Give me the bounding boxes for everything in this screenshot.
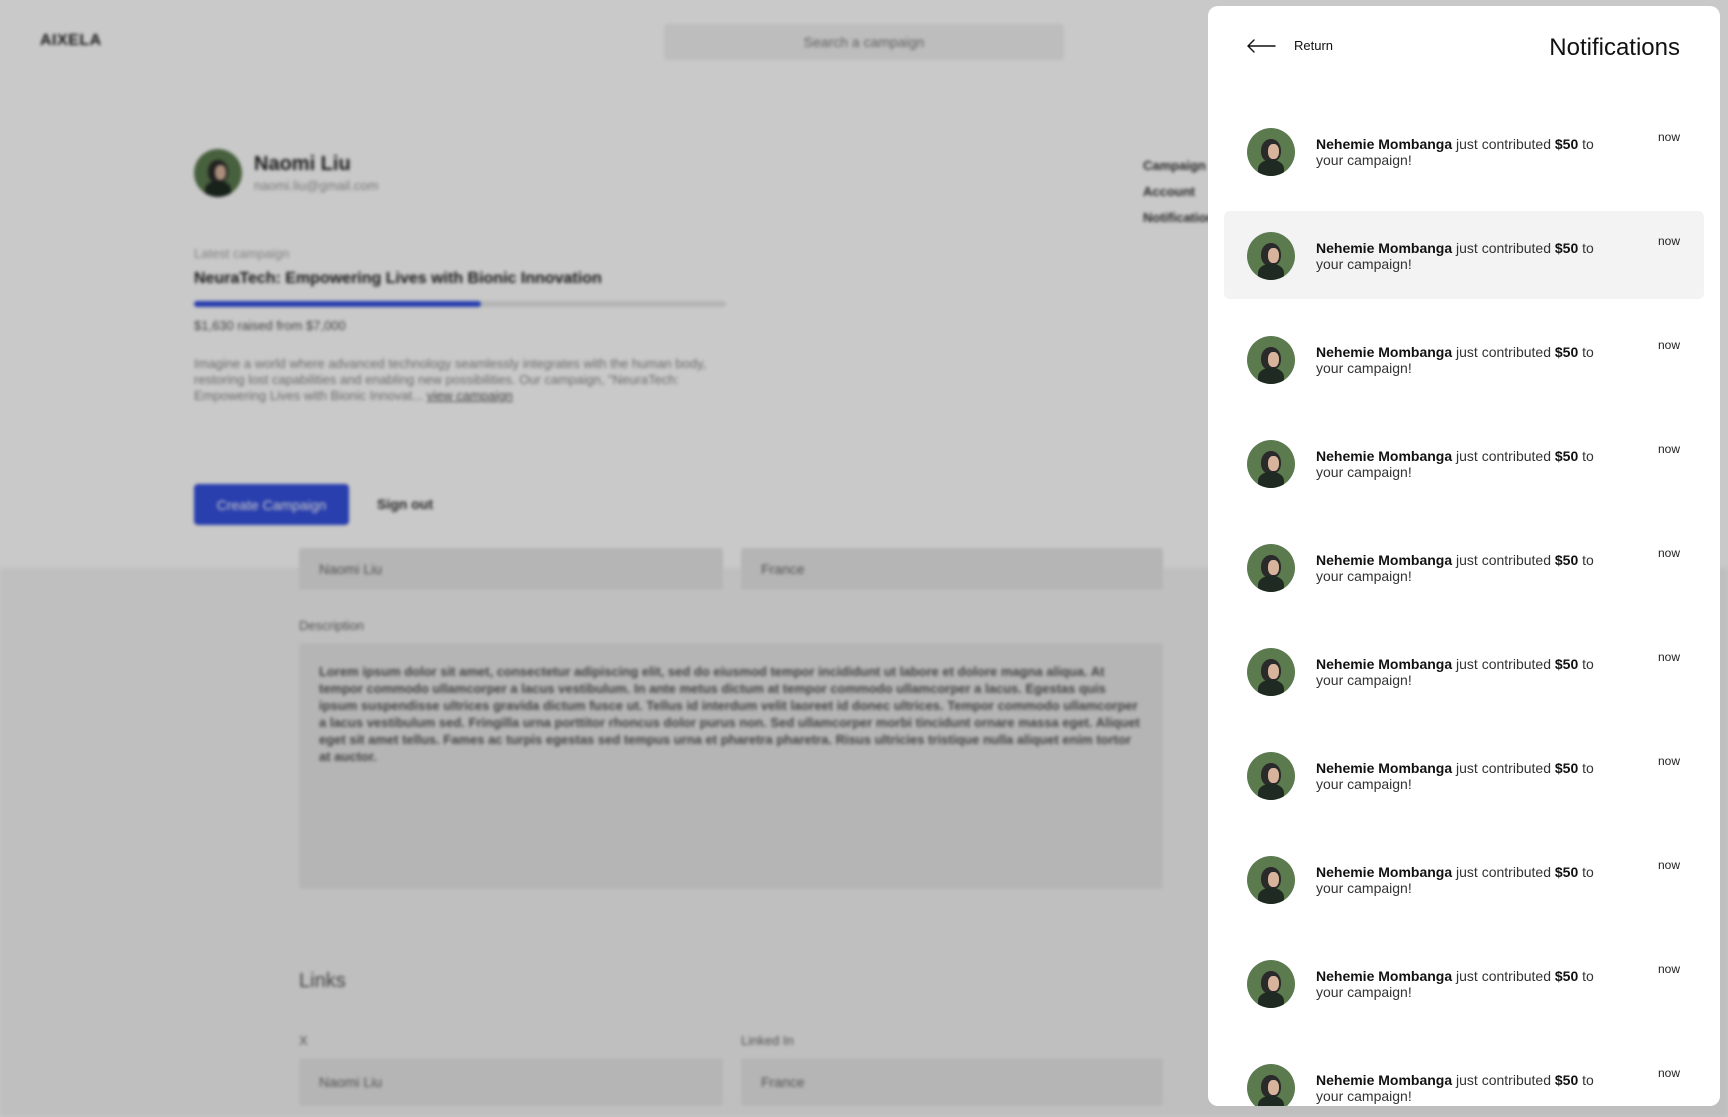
notification-action: just contributed — [1452, 344, 1555, 360]
avatar — [1247, 1064, 1295, 1106]
list-item[interactable]: Nehemie Mombanga just contributed $50 to… — [1224, 211, 1704, 299]
contributor-name: Nehemie Mombanga — [1316, 552, 1453, 568]
notification-action: just contributed — [1452, 864, 1555, 880]
list-item[interactable]: Nehemie Mombanga just contributed $50 to… — [1224, 315, 1704, 403]
notification-list: Nehemie Mombanga just contributed $50 to… — [1224, 107, 1704, 1106]
notification-action: just contributed — [1452, 448, 1555, 464]
contribution-amount: $50 — [1554, 552, 1579, 568]
avatar — [1247, 232, 1295, 280]
notification-action: just contributed — [1452, 1072, 1555, 1088]
contribution-amount: $50 — [1554, 656, 1579, 672]
notification-text: Nehemie Mombanga just contributed $50 to… — [1316, 552, 1616, 584]
contribution-amount: $50 — [1554, 968, 1579, 984]
contribution-amount: $50 — [1554, 864, 1579, 880]
list-item[interactable]: Nehemie Mombanga just contributed $50 to… — [1224, 939, 1704, 1027]
avatar — [1247, 960, 1295, 1008]
notification-text: Nehemie Mombanga just contributed $50 to… — [1316, 448, 1616, 480]
contribution-amount: $50 — [1554, 448, 1579, 464]
notification-time: now — [1657, 130, 1680, 144]
contributor-name: Nehemie Mombanga — [1316, 968, 1453, 984]
avatar — [1247, 128, 1295, 176]
notification-time: now — [1657, 1066, 1680, 1080]
notification-time: now — [1657, 754, 1680, 768]
list-item[interactable]: Nehemie Mombanga just contributed $50 to… — [1224, 627, 1704, 715]
avatar — [1247, 648, 1295, 696]
notification-time: now — [1657, 234, 1680, 248]
notification-time: now — [1657, 858, 1680, 872]
notification-text: Nehemie Mombanga just contributed $50 to… — [1316, 136, 1616, 168]
list-item[interactable]: Nehemie Mombanga just contributed $50 to… — [1224, 419, 1704, 507]
avatar — [1247, 440, 1295, 488]
contribution-amount: $50 — [1554, 240, 1579, 256]
notification-action: just contributed — [1452, 760, 1555, 776]
contributor-name: Nehemie Mombanga — [1316, 656, 1453, 672]
notification-text: Nehemie Mombanga just contributed $50 to… — [1316, 656, 1616, 688]
contributor-name: Nehemie Mombanga — [1316, 448, 1453, 464]
notification-time: now — [1657, 650, 1680, 664]
notification-time: now — [1657, 442, 1680, 456]
notification-time: now — [1657, 962, 1680, 976]
notification-action: just contributed — [1452, 552, 1555, 568]
contributor-name: Nehemie Mombanga — [1316, 864, 1453, 880]
contribution-amount: $50 — [1554, 136, 1579, 152]
notification-text: Nehemie Mombanga just contributed $50 to… — [1316, 864, 1616, 896]
contributor-name: Nehemie Mombanga — [1316, 344, 1453, 360]
contribution-amount: $50 — [1554, 344, 1579, 360]
list-item[interactable]: Nehemie Mombanga just contributed $50 to… — [1224, 523, 1704, 611]
contributor-name: Nehemie Mombanga — [1316, 136, 1453, 152]
contributor-name: Nehemie Mombanga — [1316, 240, 1453, 256]
notification-action: just contributed — [1452, 240, 1555, 256]
notification-time: now — [1657, 338, 1680, 352]
contribution-amount: $50 — [1554, 760, 1579, 776]
avatar — [1247, 856, 1295, 904]
notification-time: now — [1657, 546, 1680, 560]
arrow-left-icon — [1246, 38, 1276, 53]
list-item[interactable]: Nehemie Mombanga just contributed $50 to… — [1224, 731, 1704, 819]
avatar — [1247, 544, 1295, 592]
avatar — [1247, 752, 1295, 800]
notification-action: just contributed — [1452, 136, 1555, 152]
panel-title: Notifications — [1549, 34, 1680, 61]
list-item[interactable]: Nehemie Mombanga just contributed $50 to… — [1224, 835, 1704, 923]
notifications-panel: Return Notifications Nehemie Mombanga ju… — [1208, 6, 1720, 1106]
notification-text: Nehemie Mombanga just contributed $50 to… — [1316, 344, 1616, 376]
list-item[interactable]: Nehemie Mombanga just contributed $50 to… — [1224, 107, 1704, 195]
return-button[interactable]: Return — [1246, 38, 1333, 53]
contributor-name: Nehemie Mombanga — [1316, 760, 1453, 776]
notification-text: Nehemie Mombanga just contributed $50 to… — [1316, 240, 1616, 272]
notification-text: Nehemie Mombanga just contributed $50 to… — [1316, 968, 1616, 1000]
contributor-name: Nehemie Mombanga — [1316, 1072, 1453, 1088]
notification-action: just contributed — [1452, 656, 1555, 672]
avatar — [1247, 336, 1295, 384]
notification-action: just contributed — [1452, 968, 1555, 984]
return-label: Return — [1294, 38, 1334, 53]
notification-text: Nehemie Mombanga just contributed $50 to… — [1316, 760, 1616, 792]
notification-text: Nehemie Mombanga just contributed $50 to… — [1316, 1072, 1616, 1104]
list-item[interactable]: Nehemie Mombanga just contributed $50 to… — [1224, 1043, 1704, 1106]
contribution-amount: $50 — [1554, 1072, 1579, 1088]
